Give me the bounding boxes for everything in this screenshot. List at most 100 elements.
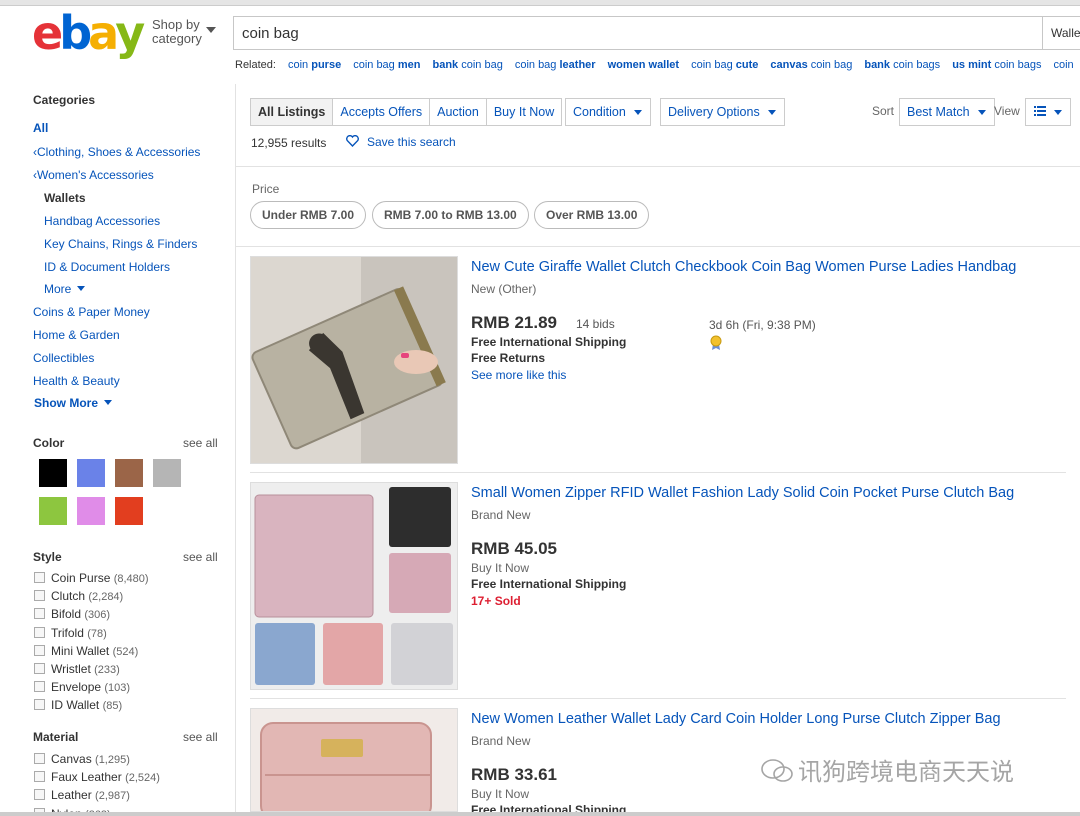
material-see-all[interactable]: see all bbox=[183, 730, 218, 744]
price-pill-middle[interactable]: RMB 7.00 to RMB 13.00 bbox=[372, 201, 529, 229]
checkbox[interactable] bbox=[34, 681, 45, 693]
checkbox[interactable] bbox=[34, 644, 45, 656]
style-label: Coin Purse bbox=[51, 571, 111, 585]
category-health-beauty[interactable]: Health & Beauty bbox=[33, 374, 120, 388]
save-search-label: Save this search bbox=[367, 135, 456, 149]
category-womens-accessories[interactable]: ‹Women's Accessories bbox=[33, 168, 154, 182]
price-pill-over[interactable]: Over RMB 13.00 bbox=[534, 201, 650, 229]
search-category-select[interactable]: Wallet bbox=[1042, 17, 1080, 49]
category-coins[interactable]: Coins & Paper Money bbox=[33, 305, 150, 319]
checkbox[interactable] bbox=[34, 590, 45, 602]
style-option[interactable]: Envelope (103) bbox=[34, 680, 130, 694]
color-swatch[interactable] bbox=[153, 459, 181, 487]
related-search-link[interactable]: coin bbox=[1053, 59, 1073, 71]
material-label: Faux Leather bbox=[51, 770, 122, 785]
category-key-chains[interactable]: Key Chains, Rings & Finders bbox=[44, 237, 197, 251]
listing-type-tabs: All Listings Accepts Offers Auction Buy … bbox=[250, 98, 563, 126]
style-option[interactable]: Coin Purse (8,480) bbox=[34, 571, 149, 585]
search-bar: Wallet bbox=[233, 16, 1080, 50]
style-option[interactable]: Wristlet (233) bbox=[34, 662, 120, 676]
listing-3-image[interactable] bbox=[250, 708, 458, 812]
style-count: (306) bbox=[84, 609, 111, 622]
listing-1-image[interactable] bbox=[250, 256, 458, 464]
style-label: Trifold bbox=[51, 625, 84, 640]
material-option[interactable]: Canvas (1,295) bbox=[34, 752, 130, 766]
category-home-garden[interactable]: Home & Garden bbox=[33, 328, 120, 342]
color-swatch[interactable] bbox=[115, 497, 143, 525]
related-search-link[interactable]: us mint coin bags bbox=[952, 59, 1041, 71]
category-handbag-accessories[interactable]: Handbag Accessories bbox=[44, 214, 160, 228]
chevron-down-icon bbox=[767, 110, 776, 115]
related-search-link[interactable]: bank coin bags bbox=[864, 59, 940, 71]
listing-1-see-more[interactable]: See more like this bbox=[471, 368, 566, 382]
category-more[interactable]: More bbox=[44, 282, 86, 296]
listing-divider bbox=[250, 472, 1066, 473]
category-all[interactable]: All bbox=[33, 121, 48, 135]
categories-heading: Categories bbox=[33, 93, 96, 107]
related-search-link[interactable]: coin bag men bbox=[353, 59, 420, 71]
listing-1-shipping: Free International Shipping bbox=[471, 335, 627, 349]
style-option[interactable]: Clutch (2,284) bbox=[34, 589, 123, 603]
listing-1-title[interactable]: New Cute Giraffe Wallet Clutch Checkbook… bbox=[471, 259, 1016, 275]
delivery-options-dropdown[interactable]: Delivery Options bbox=[660, 98, 785, 126]
shop-by-label: Shop by bbox=[152, 17, 200, 32]
listing-2-image[interactable] bbox=[250, 482, 458, 690]
listing-2-title[interactable]: Small Women Zipper RFID Wallet Fashion L… bbox=[471, 485, 1014, 501]
listing-3-title[interactable]: New Women Leather Wallet Lady Card Coin … bbox=[471, 711, 1001, 727]
more-label: More bbox=[44, 282, 72, 296]
checkbox[interactable] bbox=[34, 626, 45, 638]
color-see-all[interactable]: see all bbox=[183, 436, 218, 450]
checkbox[interactable] bbox=[34, 753, 45, 764]
related-search-link[interactable]: coin bag cute bbox=[691, 59, 758, 71]
checkbox[interactable] bbox=[34, 789, 45, 801]
checkbox[interactable] bbox=[34, 608, 45, 620]
related-search-link[interactable]: coin purse bbox=[288, 59, 341, 71]
style-see-all[interactable]: see all bbox=[183, 550, 218, 564]
style-option[interactable]: Mini Wallet (524) bbox=[34, 644, 138, 658]
sort-dropdown[interactable]: Best Match bbox=[899, 98, 995, 126]
shop-by-category-button[interactable]: Shop by category bbox=[152, 17, 216, 46]
tab-auction[interactable]: Auction bbox=[429, 99, 486, 125]
category-collectibles[interactable]: Collectibles bbox=[33, 351, 94, 365]
save-search-link[interactable]: Save this search bbox=[346, 134, 456, 149]
tab-buy-it-now[interactable]: Buy It Now bbox=[485, 99, 561, 125]
color-swatch[interactable] bbox=[77, 497, 105, 525]
condition-dropdown[interactable]: Condition bbox=[565, 98, 651, 126]
show-more-categories[interactable]: Show More bbox=[34, 396, 113, 410]
checkbox[interactable] bbox=[34, 699, 45, 711]
related-search-link[interactable]: bank coin bag bbox=[432, 59, 502, 71]
material-option[interactable]: Leather (2,987) bbox=[34, 788, 130, 802]
ebay-logo[interactable]: ebay bbox=[32, 6, 145, 60]
pink-wallet-photo bbox=[251, 709, 457, 811]
color-swatch[interactable] bbox=[77, 459, 105, 487]
checkbox[interactable] bbox=[34, 663, 45, 674]
related-search-text: coin bag bbox=[514, 59, 560, 71]
material-option[interactable]: Faux Leather (2,524) bbox=[34, 770, 160, 784]
chevron-down-icon bbox=[1054, 110, 1062, 115]
related-search-text: coin bag bbox=[807, 59, 853, 71]
chevron-down-icon bbox=[977, 110, 986, 115]
style-option[interactable]: ID Wallet (85) bbox=[34, 698, 122, 712]
style-option[interactable]: Bifold (306) bbox=[34, 607, 110, 621]
checkbox[interactable] bbox=[34, 572, 45, 583]
logo-letter-a: a bbox=[88, 6, 119, 60]
price-pill-under[interactable]: Under RMB 7.00 bbox=[250, 201, 367, 229]
color-swatch[interactable] bbox=[39, 497, 67, 525]
search-input[interactable] bbox=[234, 17, 1034, 49]
listing-2-price: RMB 45.05 bbox=[471, 539, 557, 558]
checkbox[interactable] bbox=[34, 771, 45, 783]
category-id-holders[interactable]: ID & Document Holders bbox=[44, 260, 170, 274]
view-dropdown[interactable] bbox=[1025, 98, 1071, 126]
tab-accepts-offers[interactable]: Accepts Offers bbox=[332, 99, 429, 125]
listing-2-format: Buy It Now bbox=[471, 561, 530, 575]
category-clothing[interactable]: ‹Clothing, Shoes & Accessories bbox=[33, 145, 200, 159]
style-option[interactable]: Trifold (78) bbox=[34, 626, 107, 640]
related-searches: Related: coin purse coin bag men bank coin … bbox=[235, 59, 1074, 71]
related-search-link[interactable]: coin bag leather bbox=[515, 59, 596, 71]
color-swatch[interactable] bbox=[39, 459, 67, 487]
related-search-link[interactable]: canvas coin bag bbox=[770, 59, 852, 71]
related-search-link[interactable]: women wallet bbox=[608, 59, 680, 71]
color-swatch[interactable] bbox=[115, 459, 143, 487]
tab-all-listings[interactable]: All Listings bbox=[251, 99, 333, 125]
style-label: Mini Wallet bbox=[51, 643, 110, 658]
